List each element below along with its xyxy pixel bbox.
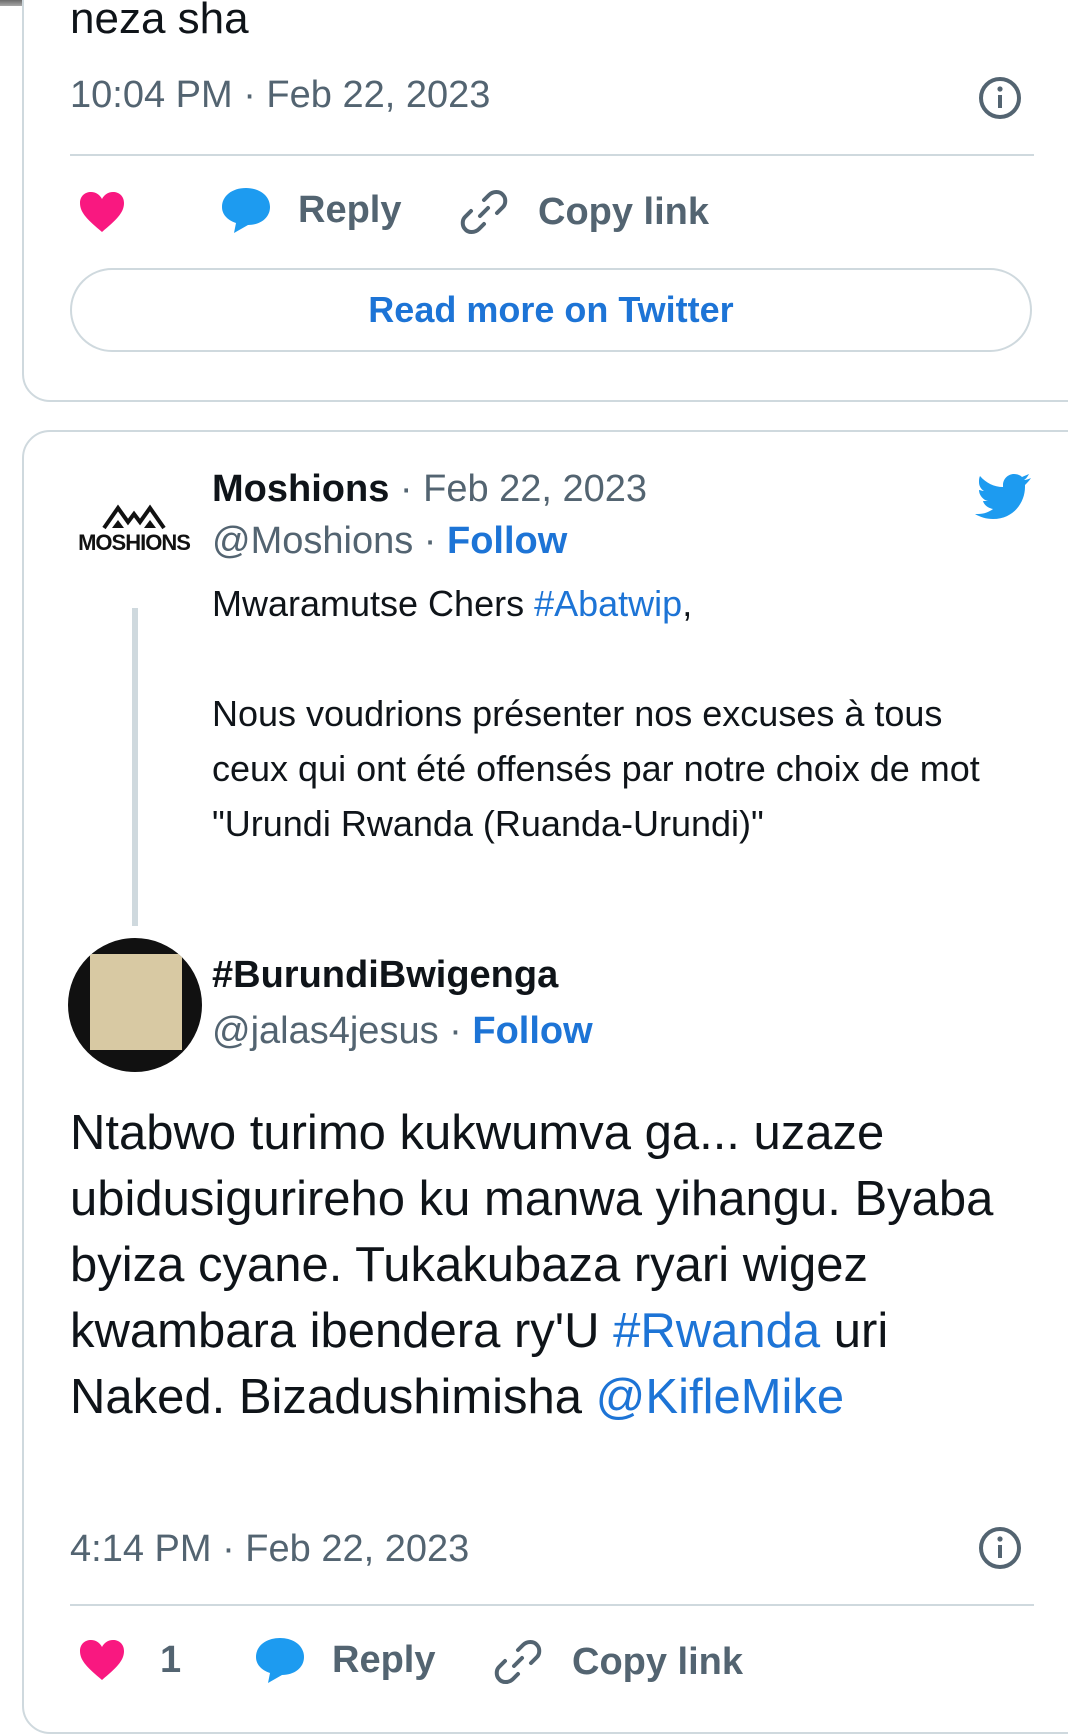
twitter-bird-icon[interactable] — [968, 470, 1032, 526]
tweet-text: Ntabwo turimo kukwumva ga... uzaze ubidu… — [70, 1100, 1030, 1430]
read-more-button[interactable]: Read more on Twitter — [70, 268, 1032, 352]
like-button[interactable]: 1 — [78, 1638, 181, 1682]
copy-link-button[interactable]: Copy link — [494, 1638, 743, 1686]
burundibwigenga-avatar[interactable] — [68, 938, 202, 1072]
copy-link-button[interactable]: Copy link — [460, 188, 709, 236]
moshions-logo-icon — [102, 504, 166, 530]
author-handle-line: @jalas4jesus · Follow — [212, 1010, 593, 1053]
reply-bubble-icon — [256, 1638, 304, 1683]
reply-label: Reply — [332, 1638, 436, 1681]
copy-link-label: Copy link — [572, 1640, 744, 1683]
avatar-logo-text: MOSHIONS — [78, 530, 191, 555]
reply-bubble-icon — [222, 188, 270, 233]
heart-icon — [80, 1640, 124, 1680]
rwanda-hashtag-link[interactable]: #Rwanda — [613, 1304, 820, 1358]
link-icon — [494, 1640, 542, 1684]
quoted-handle[interactable]: @Moshions · — [212, 520, 436, 562]
reply-button[interactable]: Reply — [254, 1636, 435, 1684]
tweet-timestamp[interactable]: 4:14 PM · Feb 22, 2023 — [70, 1528, 469, 1571]
thread-line — [132, 608, 138, 926]
like-count: 1 — [160, 1638, 182, 1681]
quoted-handle-line: @Moshions · Follow — [212, 520, 567, 563]
info-icon[interactable] — [978, 1526, 1022, 1570]
heart-icon — [80, 192, 124, 232]
info-icon[interactable] — [978, 76, 1022, 120]
quoted-follow-link[interactable]: Follow — [447, 520, 567, 562]
quoted-name-text: Moshions — [212, 468, 390, 510]
previous-tweet-text: neza sha — [70, 0, 249, 43]
follow-link[interactable]: Follow — [472, 1010, 592, 1052]
author-name[interactable]: #BurundiBwigenga — [212, 954, 558, 997]
moshions-avatar[interactable]: MOSHIONS — [76, 470, 192, 590]
reply-button[interactable]: Reply — [220, 186, 401, 234]
divider — [70, 1604, 1034, 1606]
like-button[interactable] — [78, 190, 126, 234]
quoted-text-paragraph: Nous voudrions présenter nos excuses à t… — [212, 693, 980, 844]
quoted-tweet-text: Mwaramutse Chers #Abatwip, Nous voudrion… — [212, 576, 1002, 851]
quoted-text-part: Mwaramutse Chers — [212, 583, 535, 624]
copy-link-label: Copy link — [538, 190, 710, 233]
reply-label: Reply — [298, 188, 402, 231]
abatwip-hashtag-link[interactable]: #Abatwip — [534, 583, 682, 624]
link-icon — [460, 190, 508, 234]
previous-tweet-timestamp[interactable]: 10:04 PM · Feb 22, 2023 — [70, 74, 490, 117]
avatar-image — [90, 954, 182, 1050]
quoted-date: · Feb 22, 2023 — [399, 468, 648, 510]
kiflemike-mention-link[interactable]: @KifleMike — [596, 1370, 845, 1424]
author-handle[interactable]: @jalas4jesus · — [212, 1010, 462, 1052]
divider — [70, 154, 1034, 156]
quoted-text-part: , — [682, 583, 693, 624]
quoted-author-name[interactable]: Moshions · Feb 22, 2023 — [212, 468, 647, 511]
